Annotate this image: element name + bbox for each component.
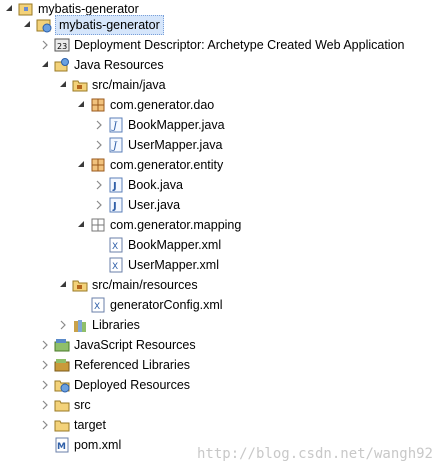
tree-item-generatorconfig-xml[interactable]: X generatorConfig.xml [90, 296, 223, 314]
collapsed-arrow-icon[interactable] [94, 116, 104, 134]
libraries-icon [72, 317, 88, 333]
tree-item-label: pom.xml [74, 438, 122, 452]
tree-item-target[interactable]: target [40, 416, 106, 434]
tree-item-label: target [74, 418, 106, 432]
tree-item-label: generatorConfig.xml [110, 298, 223, 312]
tree-item-label: src [74, 398, 91, 412]
collapsed-arrow-icon[interactable] [40, 336, 50, 354]
java-interface-file-icon: J [108, 137, 124, 153]
tree-item-label: Deployment Descriptor: Archetype Created… [74, 38, 405, 52]
tree-item-package-entity[interactable]: com.generator.entity [76, 156, 223, 174]
maven-pom-icon: M [54, 437, 70, 453]
tree-item-package-dao[interactable]: com.generator.dao [76, 96, 214, 114]
tree-item-label: UserMapper.xml [128, 258, 219, 272]
tree-item-libraries[interactable]: Libraries [58, 316, 140, 334]
collapsed-arrow-icon[interactable] [58, 316, 68, 334]
web-project-icon [36, 17, 52, 33]
tree-item-label: com.generator.mapping [110, 218, 242, 232]
tree-item-package-mapping[interactable]: com.generator.mapping [76, 216, 241, 234]
xml-file-icon: X [108, 237, 124, 253]
tree-item-project[interactable]: mybatis-generator [22, 15, 164, 35]
tree-item-label: Java Resources [74, 58, 164, 72]
svg-text:X: X [112, 262, 118, 272]
svg-text:J: J [112, 201, 117, 212]
tree-item-usermapper-xml[interactable]: X UserMapper.xml [108, 256, 219, 274]
svg-text:J: J [112, 181, 117, 192]
tree-item-label: BookMapper.xml [128, 238, 222, 252]
tree-item-label: Deployed Resources [74, 378, 191, 392]
svg-text:J: J [111, 141, 118, 152]
tree-item-javascript-resources[interactable]: JavaScript Resources [40, 336, 196, 354]
tree-item-label: JavaScript Resources [74, 338, 196, 352]
xml-file-icon: X [108, 257, 124, 273]
package-icon [90, 157, 106, 173]
xml-file-icon: X [90, 297, 106, 313]
referenced-libraries-icon [54, 357, 70, 373]
tree-item-java-resources[interactable]: Java Resources [40, 56, 164, 74]
collapsed-arrow-icon[interactable] [94, 196, 104, 214]
tree-item-label: com.generator.entity [110, 158, 224, 172]
java-interface-file-icon: J [108, 117, 124, 133]
expanded-arrow-icon[interactable] [76, 216, 86, 234]
svg-text:X: X [94, 302, 100, 312]
expanded-arrow-icon[interactable] [4, 0, 14, 18]
tree-item-label: src/main/java [92, 78, 166, 92]
tree-item-usermapper-java[interactable]: J UserMapper.java [94, 136, 223, 154]
project-icon [18, 1, 34, 17]
expanded-arrow-icon[interactable] [22, 16, 32, 34]
java-resources-icon [54, 57, 70, 73]
svg-text:M: M [57, 442, 66, 452]
svg-text:J: J [111, 121, 118, 132]
tree-item-label: Referenced Libraries [74, 358, 191, 372]
watermark-text: http://blog.csdn.net/wangh92 [196, 446, 433, 462]
java-file-icon: J [108, 177, 124, 193]
deployment-descriptor-icon: 23 [54, 37, 70, 53]
tree-item-label: BookMapper.java [128, 118, 225, 132]
java-file-icon: J [108, 197, 124, 213]
source-folder-icon [72, 77, 88, 93]
expanded-arrow-icon[interactable] [76, 156, 86, 174]
tree-item-src[interactable]: src [40, 396, 91, 414]
tree-item-deployment-descriptor[interactable]: 23 Deployment Descriptor: Archetype Crea… [40, 36, 405, 54]
collapsed-arrow-icon[interactable] [94, 176, 104, 194]
source-folder-icon [72, 277, 88, 293]
collapsed-arrow-icon[interactable] [40, 356, 50, 374]
collapsed-arrow-icon[interactable] [40, 36, 50, 54]
package-icon [90, 97, 106, 113]
collapsed-arrow-icon[interactable] [40, 376, 50, 394]
javascript-resources-icon [54, 337, 70, 353]
tree-item-label: src/main/resources [92, 278, 198, 292]
expanded-arrow-icon[interactable] [58, 276, 68, 294]
tree-item-src-main-resources[interactable]: src/main/resources [58, 276, 198, 294]
tree-item-label: UserMapper.java [128, 138, 223, 152]
collapsed-arrow-icon[interactable] [40, 416, 50, 434]
expanded-arrow-icon[interactable] [58, 76, 68, 94]
svg-text:23: 23 [57, 42, 67, 51]
tree-item-label: mybatis-generator [55, 15, 164, 35]
collapsed-arrow-icon[interactable] [94, 136, 104, 154]
expanded-arrow-icon[interactable] [76, 96, 86, 114]
collapsed-arrow-icon[interactable] [40, 396, 50, 414]
svg-text:X: X [112, 242, 118, 252]
tree-item-bookmapper-java[interactable]: J BookMapper.java [94, 116, 225, 134]
tree-item-bookmapper-xml[interactable]: X BookMapper.xml [108, 236, 221, 254]
folder-icon [54, 397, 70, 413]
deployed-resources-icon [54, 377, 70, 393]
tree-item-label: com.generator.dao [110, 98, 215, 112]
tree-item-referenced-libraries[interactable]: Referenced Libraries [40, 356, 190, 374]
tree-item-user-java[interactable]: J User.java [94, 196, 180, 214]
tree-item-label: Book.java [128, 178, 183, 192]
folder-icon [54, 417, 70, 433]
tree-item-label: User.java [128, 198, 181, 212]
resource-package-icon [90, 217, 106, 233]
tree-item-deployed-resources[interactable]: Deployed Resources [40, 376, 190, 394]
expanded-arrow-icon[interactable] [40, 56, 50, 74]
tree-item-src-main-java[interactable]: src/main/java [58, 76, 166, 94]
tree-item-book-java[interactable]: J Book.java [94, 176, 183, 194]
tree-item-label: Libraries [92, 318, 140, 332]
tree-item-pom-xml[interactable]: M pom.xml [54, 436, 121, 454]
